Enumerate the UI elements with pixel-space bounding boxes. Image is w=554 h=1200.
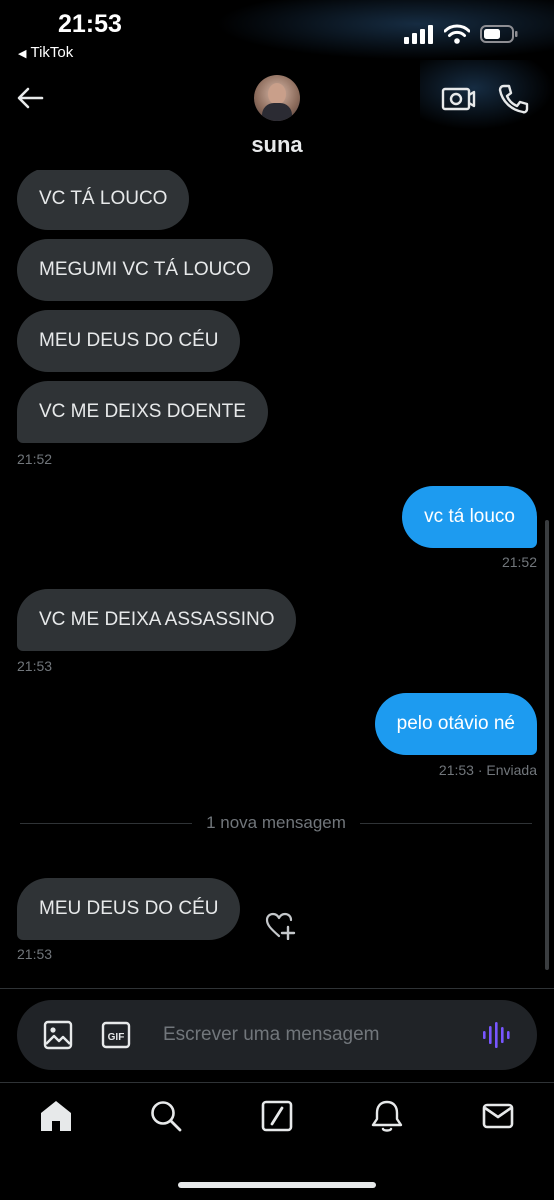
message-composer: GIF (17, 1000, 537, 1070)
gif-label: GIF (108, 1032, 125, 1043)
message-timestamp: 21:52 (17, 451, 53, 467)
back-triangle-icon: ◀ (18, 48, 27, 60)
back-arrow-icon[interactable] (14, 82, 46, 114)
message-time: 21:53 (438, 762, 474, 778)
bell-icon[interactable] (369, 1098, 405, 1134)
image-icon[interactable] (43, 1020, 73, 1050)
phone-icon[interactable] (496, 82, 530, 116)
mail-icon[interactable] (480, 1098, 516, 1134)
incoming-message-bubble[interactable]: MEU DEUS DO CÉU (17, 878, 241, 940)
incoming-message-bubble[interactable]: VC ME DEIXA ASSASSINO (17, 589, 297, 651)
message-sent-status: · Enviada (477, 762, 537, 778)
outgoing-message-bubble[interactable]: vc tá louco (402, 486, 537, 548)
message-list[interactable]: VC TÁ LOUCO MEGUMI VC TÁ LOUCO MEU DEUS … (0, 170, 554, 985)
tabbar-divider (0, 1082, 554, 1083)
voice-wave-icon[interactable] (481, 1020, 513, 1050)
divider-line (20, 822, 193, 824)
new-messages-label: 1 nova mensagem (206, 813, 346, 832)
message-status: 21:53 · Enviada (439, 762, 537, 778)
new-messages-divider: 1 nova mensagem (20, 813, 532, 833)
conversation-header: suna (0, 60, 554, 170)
home-icon[interactable] (38, 1098, 74, 1134)
avatar-face (268, 83, 286, 105)
outgoing-message-bubble[interactable]: pelo otávio né (374, 693, 537, 755)
divider-line (359, 822, 532, 824)
message-timestamp: 21:52 (501, 554, 537, 570)
message-input[interactable] (163, 1022, 453, 1048)
compose-icon[interactable] (259, 1098, 295, 1134)
video-call-icon[interactable] (440, 82, 476, 114)
message-timestamp: 21:53 (17, 946, 53, 962)
incoming-message-bubble[interactable]: MEU DEUS DO CÉU (17, 310, 241, 372)
gif-icon[interactable]: GIF (101, 1021, 131, 1049)
composer-divider (0, 988, 554, 989)
wifi-icon (444, 24, 470, 44)
status-icons (404, 24, 518, 44)
chat-scrollbar[interactable] (545, 520, 549, 970)
incoming-message-bubble[interactable]: VC ME DEIXS DOENTE (17, 381, 268, 443)
add-reaction-icon[interactable] (264, 910, 296, 940)
back-app-label: TikTok (30, 44, 74, 61)
search-icon[interactable] (148, 1098, 184, 1134)
avatar[interactable] (254, 75, 300, 121)
incoming-message-bubble[interactable]: VC TÁ LOUCO (17, 170, 190, 230)
status-time: 21:53 (58, 10, 122, 38)
home-indicator[interactable] (178, 1182, 376, 1188)
avatar-body (262, 103, 292, 121)
cellular-signal-icon (404, 25, 433, 44)
message-timestamp: 21:53 (17, 658, 53, 674)
incoming-message-bubble[interactable]: MEGUMI VC TÁ LOUCO (17, 239, 273, 301)
battery-icon (480, 25, 518, 43)
conversation-username[interactable]: suna (0, 132, 554, 158)
back-to-app-link[interactable]: ◀ TikTok (18, 44, 73, 61)
